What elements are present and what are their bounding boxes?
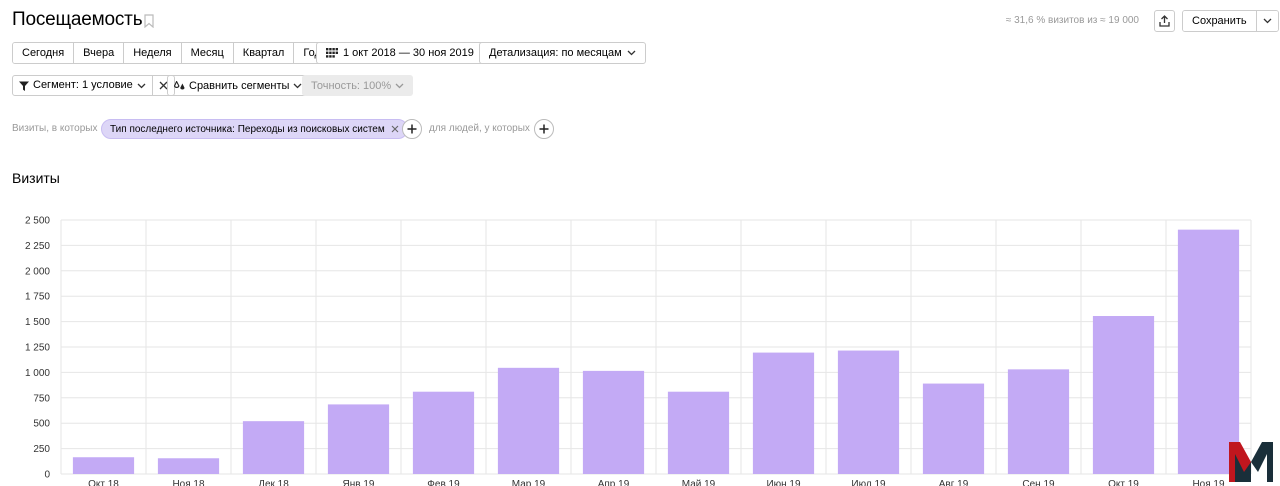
chevron-down-icon: [395, 83, 404, 88]
detail-dropdown[interactable]: Детализация: по месяцам: [479, 42, 646, 64]
bar: [412, 391, 475, 474]
bookmark-icon[interactable]: [144, 14, 154, 28]
y-tick-label: 250: [33, 444, 50, 455]
segment-label: Сегмент: 1 условие: [33, 79, 133, 91]
bar: [837, 350, 900, 474]
compare-segments-label: Сравнить сегменты: [189, 79, 290, 92]
bar: [497, 367, 560, 474]
bar: [1092, 316, 1155, 474]
x-tick-label: Июл 19: [851, 479, 886, 486]
x-tick-label: Авг 19: [939, 479, 969, 486]
export-icon: [1159, 15, 1170, 27]
y-tick-label: 0: [44, 470, 50, 481]
bar: [922, 383, 985, 474]
detail-label: Детализация: по месяцам: [489, 47, 622, 59]
x-tick-label: Апр 19: [598, 479, 630, 486]
x-tick-label: Мар 19: [512, 479, 546, 486]
period-week-button[interactable]: Неделя: [124, 43, 182, 63]
save-group: Сохранить: [1182, 10, 1279, 32]
x-tick-label: Июн 19: [766, 479, 801, 486]
x-tick-label: Окт 18: [88, 479, 119, 486]
add-people-condition-button[interactable]: [534, 119, 554, 139]
x-tick-label: Окт 19: [1108, 479, 1139, 486]
period-yesterday-button[interactable]: Вчера: [74, 43, 125, 63]
people-filter-prefix: для людей, у которых: [429, 123, 530, 134]
x-tick-label: Фев 19: [427, 479, 460, 486]
watermark-logo: [1229, 442, 1273, 482]
y-tick-label: 500: [33, 419, 50, 430]
visits-bar-chart: 0 250 500 750 1 000 1 250 1 500 1 750 2 000 2 250…: [25, 216, 1252, 486]
accuracy-dropdown[interactable]: Точность: 100%: [302, 75, 414, 96]
bar: [752, 352, 815, 474]
segment-group: Сегмент: 1 условие: [12, 75, 175, 96]
chevron-down-icon: [627, 50, 636, 56]
x-tick-label: Янв 19: [343, 479, 375, 486]
bar: [1007, 369, 1070, 474]
y-tick-label: 2 500: [25, 216, 50, 227]
date-range-label: 1 окт 2018 — 30 ноя 2019: [343, 47, 474, 59]
y-tick-label: 1 250: [25, 343, 50, 354]
compare-segments-button[interactable]: Сравнить сегменты: [167, 75, 310, 96]
visits-filter-prefix: Визиты, в которых: [12, 123, 98, 134]
y-tick-label: 2 250: [25, 241, 50, 252]
filter-chip-label: Тип последнего источника: Переходы из по…: [110, 123, 385, 135]
export-button[interactable]: [1154, 10, 1175, 32]
bar: [327, 404, 390, 474]
page-title: Посещаемость: [12, 9, 143, 30]
accuracy-label: Точность: 100%: [311, 79, 392, 92]
plus-icon: [539, 124, 549, 134]
compare-icon: [174, 80, 185, 89]
bar: [157, 458, 220, 474]
x-tick-label: Ноя 18: [172, 479, 205, 486]
bar: [582, 370, 645, 474]
x-tick-label: Дек 18: [258, 479, 289, 486]
chevron-down-icon: [137, 83, 146, 88]
save-button[interactable]: Сохранить: [1183, 11, 1257, 31]
period-selector: Сегодня Вчера Неделя Месяц Квартал Год: [12, 42, 331, 64]
y-tick-label: 1 500: [25, 317, 50, 328]
date-range-button[interactable]: 1 окт 2018 — 30 ноя 2019: [316, 42, 484, 64]
y-tick-label: 1 000: [25, 368, 50, 379]
chart-title: Визиты: [12, 170, 60, 186]
period-quarter-button[interactable]: Квартал: [233, 43, 295, 63]
bar: [242, 421, 305, 474]
filter-chip[interactable]: Тип последнего источника: Переходы из по…: [101, 119, 408, 139]
close-icon[interactable]: [391, 125, 399, 133]
plus-icon: [407, 124, 417, 134]
y-tick-label: 2 000: [25, 266, 50, 277]
calendar-icon: [326, 48, 338, 58]
sample-info: ≈ 31,6 % визитов из ≈ 19 000: [1005, 15, 1139, 26]
x-tick-label: Сен 19: [1022, 479, 1055, 486]
period-today-button[interactable]: Сегодня: [13, 43, 75, 63]
segment-dropdown[interactable]: Сегмент: 1 условие: [13, 76, 153, 95]
period-month-button[interactable]: Месяц: [181, 43, 234, 63]
bar: [667, 391, 730, 474]
y-tick-label: 750: [33, 393, 50, 404]
chevron-down-icon: [1263, 18, 1272, 24]
save-dropdown-button[interactable]: [1256, 11, 1278, 31]
add-visit-condition-button[interactable]: [402, 119, 422, 139]
x-tick-label: Ноя 19: [1192, 479, 1225, 486]
filter-icon: [19, 81, 29, 91]
x-tick-label: Май 19: [682, 479, 716, 486]
bar: [72, 457, 135, 474]
y-tick-label: 1 750: [25, 292, 50, 303]
